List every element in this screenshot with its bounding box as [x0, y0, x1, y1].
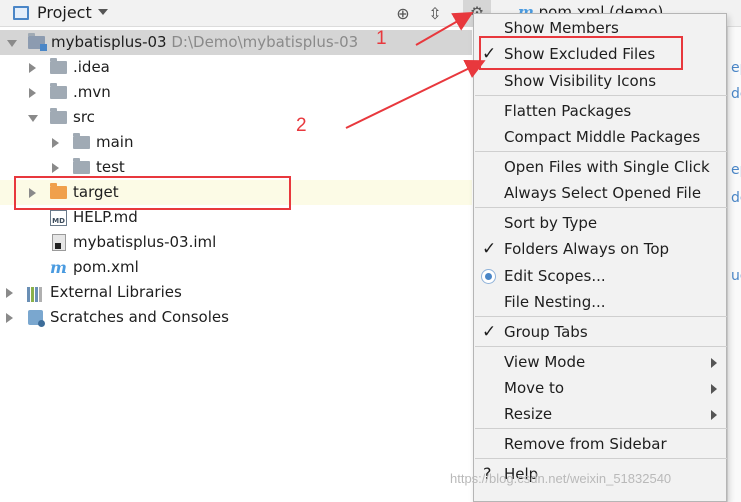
submenu-arrow-icon	[711, 358, 717, 368]
chevron-down-icon[interactable]	[98, 9, 108, 15]
scope-radio-icon	[481, 269, 496, 284]
editor-fragment: ug	[731, 268, 741, 284]
menu-item-view-mode[interactable]: View Mode	[474, 349, 726, 375]
collapsed-arrow-icon[interactable]	[29, 88, 36, 98]
menu-separator	[475, 316, 727, 317]
menu-item-show-visibility-icons[interactable]: Show Visibility Icons	[474, 68, 726, 94]
tree-item-idea[interactable]: .idea	[0, 55, 472, 80]
menu-item-label: Compact Middle Packages	[504, 128, 701, 146]
project-window-icon	[13, 6, 29, 20]
menu-separator	[475, 95, 727, 96]
menu-item-label: Open Files with Single Click	[504, 158, 710, 176]
menu-item-label: Folders Always on Top	[504, 240, 670, 258]
menu-separator	[475, 458, 727, 459]
tree-item-label: mybatisplus-03.iml	[73, 233, 217, 251]
menu-item-folders-always-on-top[interactable]: ✓ Folders Always on Top	[474, 236, 726, 262]
folder-icon	[50, 108, 67, 124]
menu-item-label: Resize	[504, 405, 553, 423]
folder-icon	[73, 158, 90, 174]
editor-fragment: ep	[731, 60, 741, 76]
check-icon: ✓	[482, 322, 497, 342]
menu-item-move-to[interactable]: Move to	[474, 375, 726, 401]
project-view-title[interactable]: Project	[37, 3, 92, 22]
tree-item-pom[interactable]: m pom.xml	[0, 255, 472, 280]
iml-file-icon	[52, 234, 66, 251]
maven-icon: m	[50, 258, 67, 277]
menu-item-label: Group Tabs	[504, 323, 588, 341]
tree-item-label: pom.xml	[73, 258, 139, 276]
tree-item-scratches[interactable]: Scratches and Consoles	[0, 305, 472, 330]
menu-separator	[475, 428, 727, 429]
menu-item-label: View Mode	[504, 353, 586, 371]
collapse-all-icon[interactable]: ⇳	[425, 4, 445, 24]
tree-item-src[interactable]: src	[0, 105, 472, 130]
expanded-arrow-icon[interactable]	[7, 40, 17, 47]
module-folder-icon	[28, 33, 47, 51]
menu-item-remove-from-sidebar[interactable]: Remove from Sidebar	[474, 431, 726, 457]
tree-item-label: .idea	[73, 58, 110, 76]
menu-item-label: Edit Scopes...	[504, 267, 606, 285]
tree-item-external-libraries[interactable]: External Libraries	[0, 280, 472, 305]
folder-icon	[73, 133, 90, 149]
menu-item-label: Move to	[504, 379, 565, 397]
annotation-box-show-excluded	[479, 36, 683, 70]
annotation-number-1: 1	[376, 28, 387, 49]
annotation-box-target	[14, 176, 291, 210]
collapsed-arrow-icon[interactable]	[6, 313, 13, 323]
root-name: mybatisplus-03	[51, 33, 167, 51]
collapsed-arrow-icon[interactable]	[52, 138, 59, 148]
menu-item-flatten-packages[interactable]: Flatten Packages	[474, 98, 726, 124]
menu-separator	[475, 207, 727, 208]
menu-separator	[475, 346, 727, 347]
editor-fragment: ep	[731, 162, 741, 178]
watermark: https://blog.csdn.net/weixin_51832540	[450, 471, 672, 486]
folder-icon	[50, 58, 67, 74]
collapsed-arrow-icon[interactable]	[6, 288, 13, 298]
menu-item-label: Sort by Type	[504, 214, 598, 232]
expanded-arrow-icon[interactable]	[28, 115, 38, 122]
menu-item-group-tabs[interactable]: ✓ Group Tabs	[474, 319, 726, 345]
project-options-menu: Show Members ✓ Show Excluded Files Show …	[473, 13, 727, 502]
tree-item-main[interactable]: main	[0, 130, 472, 155]
menu-item-label: Show Visibility Icons	[504, 72, 657, 90]
editor-fragment: de	[731, 190, 741, 206]
folder-icon	[50, 83, 67, 99]
check-icon: ✓	[482, 239, 497, 259]
tree-item-label: .mvn	[73, 83, 111, 101]
tree-item-label: Scratches and Consoles	[50, 308, 229, 326]
submenu-arrow-icon	[711, 384, 717, 394]
library-icon	[27, 285, 44, 302]
submenu-arrow-icon	[711, 410, 717, 420]
editor-fragment: de	[731, 86, 741, 102]
tree-item-label: External Libraries	[50, 283, 182, 301]
collapsed-arrow-icon[interactable]	[29, 63, 36, 73]
menu-item-compact-middle-packages[interactable]: Compact Middle Packages	[474, 124, 726, 150]
scratches-icon	[28, 310, 45, 327]
menu-separator	[475, 151, 727, 152]
menu-item-label: Always Select Opened File	[504, 184, 702, 202]
menu-item-edit-scopes[interactable]: Edit Scopes...	[474, 263, 726, 289]
tree-item-label: src	[73, 108, 95, 126]
tree-root[interactable]: mybatisplus-03 D:\Demo\mybatisplus-03	[0, 30, 472, 55]
menu-item-resize[interactable]: Resize	[474, 401, 726, 427]
menu-item-open-single-click[interactable]: Open Files with Single Click	[474, 154, 726, 180]
annotation-number-2: 2	[296, 115, 307, 136]
menu-item-label: File Nesting...	[504, 293, 606, 311]
locate-icon[interactable]: ⊕	[393, 4, 413, 24]
menu-item-label: Flatten Packages	[504, 102, 632, 120]
tree-item-label: main	[96, 133, 134, 151]
collapsed-arrow-icon[interactable]	[52, 163, 59, 173]
menu-item-sort-by-type[interactable]: Sort by Type	[474, 210, 726, 236]
menu-item-label: Remove from Sidebar	[504, 435, 667, 453]
tree-item-mvn[interactable]: .mvn	[0, 80, 472, 105]
root-path: D:\Demo\mybatisplus-03	[171, 33, 359, 51]
tree-item-iml[interactable]: mybatisplus-03.iml	[0, 230, 472, 255]
menu-item-file-nesting[interactable]: File Nesting...	[474, 289, 726, 315]
menu-item-always-select-opened[interactable]: Always Select Opened File	[474, 180, 726, 206]
markdown-file-icon: MD	[50, 210, 67, 226]
